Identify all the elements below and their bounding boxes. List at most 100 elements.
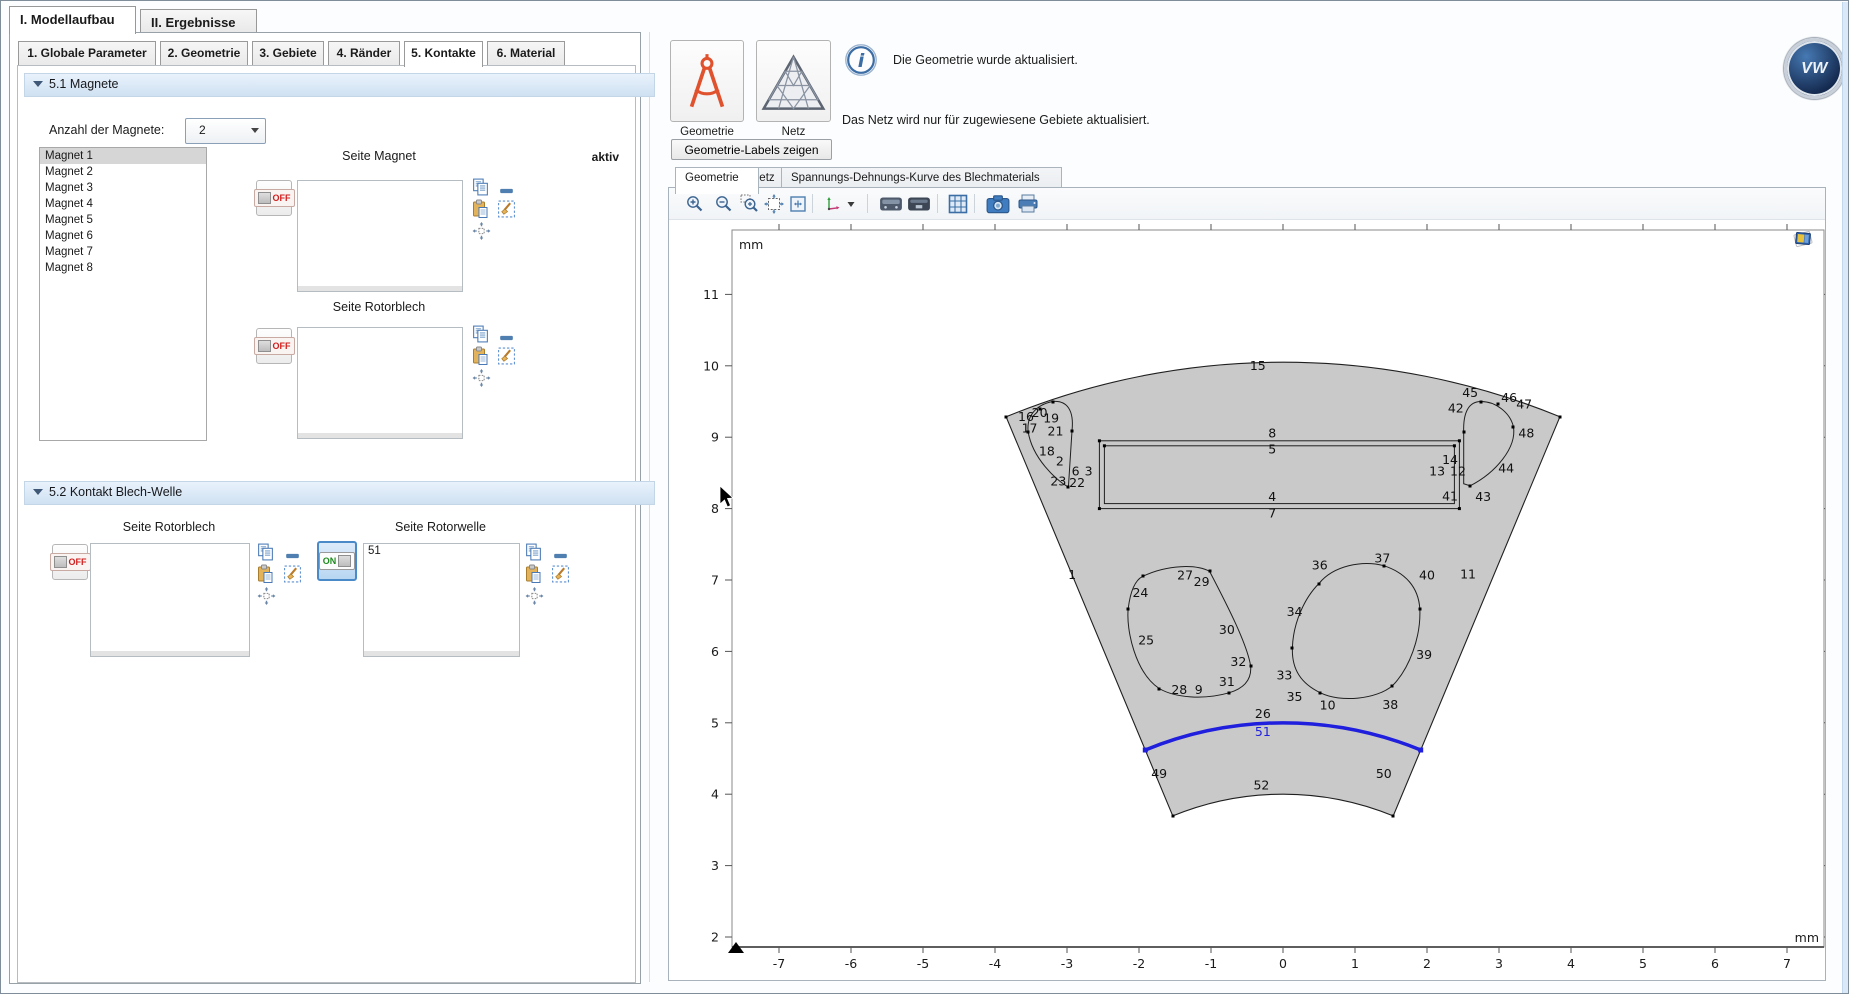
svg-text:2: 2 [1423,956,1431,971]
svg-text:3: 3 [1085,463,1093,478]
svg-text:21: 21 [1048,423,1064,438]
svg-text:37: 37 [1374,551,1390,566]
seite-magnet-selection-list[interactable] [297,180,463,292]
window-scrollbar[interactable] [1842,2,1849,993]
grid-icon[interactable] [948,194,968,214]
remove-icon[interactable] [497,328,516,348]
seite-rotorblech-toggle[interactable]: OFF [256,328,292,364]
tab-gebiete[interactable]: 3. Gebiete [252,41,324,66]
show-geometry-labels-button[interactable]: Geometrie-Labels zeigen [671,139,832,160]
tab-raender[interactable]: 4. Ränder [328,41,400,66]
clear-selection-icon[interactable] [497,199,516,219]
image-snapshot-icon[interactable] [907,194,931,214]
tab-globale-parameter[interactable]: 1. Globale Parameter [18,41,156,66]
svg-text:4: 4 [1268,489,1276,504]
svg-text:5: 5 [711,715,719,730]
paste-icon[interactable] [256,564,275,584]
svg-text:45: 45 [1462,385,1478,400]
clear-selection-icon[interactable] [283,564,302,584]
geometry-plot-canvas[interactable]: -7-6-5-4-3-2-101234567234567891011mmmm15… [669,220,1825,980]
image-export-icon[interactable] [879,194,903,214]
magnet-list-item[interactable]: Magnet 5 [40,212,206,228]
kontakt-rotorblech-toggle[interactable]: OFF [52,544,88,580]
clear-selection-icon[interactable] [551,564,570,584]
update-mesh-button[interactable]: Netz aktualisieren [756,40,831,122]
printer-icon[interactable] [1016,194,1040,214]
magnet-list-item[interactable]: Magnet 1 [40,148,206,164]
toolbar-separator [974,194,975,213]
remove-icon[interactable] [283,546,302,566]
zoom-in-icon[interactable] [685,194,705,214]
default-view-icon[interactable] [1791,228,1815,250]
selected-boundary-item[interactable]: 51 [364,544,519,559]
svg-text:50: 50 [1376,766,1392,781]
toolbar-separator [812,194,813,213]
remove-icon[interactable] [497,181,516,201]
anzahl-magnete-select[interactable]: 2 [185,118,266,144]
chevron-down-icon[interactable] [845,199,857,209]
copy-icon[interactable] [471,177,490,197]
axes-orientation-icon[interactable] [823,194,843,214]
svg-text:43: 43 [1475,489,1491,504]
info-icon: i [844,43,878,77]
paste-icon[interactable] [471,346,490,366]
magnet-list[interactable]: Magnet 1Magnet 2Magnet 3Magnet 4Magnet 5… [39,147,207,441]
svg-text:8: 8 [1268,426,1276,441]
graphics-panel: -7-6-5-4-3-2-101234567234567891011mmmm15… [668,187,1826,981]
section-header-kontakt[interactable]: 5.2 Kontakt Blech-Welle [24,481,655,505]
camera-icon[interactable] [986,194,1010,214]
kontakt-rotorwelle-toggle[interactable]: ON [317,541,357,581]
zoom-out-icon[interactable] [714,194,734,214]
zoom-extents-icon[interactable] [764,194,784,214]
toolbar-separator [937,194,938,213]
tab-kontakte[interactable]: 5. Kontakte [404,41,483,67]
svg-text:11: 11 [1460,566,1476,581]
magnet-list-item[interactable]: Magnet 4 [40,196,206,212]
tab-modellaufbau[interactable]: I. Modellaufbau [9,6,136,34]
clear-selection-icon[interactable] [497,346,516,366]
paste-icon[interactable] [524,564,543,584]
kontakt-rotorblech-title: Seite Rotorblech [90,520,248,534]
remove-icon[interactable] [551,546,570,566]
kontakt-rotorwelle-selection-list[interactable]: 51 [363,543,520,657]
svg-text:15: 15 [1250,358,1266,373]
magnet-list-item[interactable]: Magnet 6 [40,228,206,244]
section-header-magnete[interactable]: 5.1 Magnete [24,73,655,97]
magnet-list-item[interactable]: Magnet 8 [40,260,206,276]
svg-text:-5: -5 [917,956,929,971]
svg-text:27: 27 [1177,568,1193,583]
tab-geometrie[interactable]: 2. Geometrie [160,41,248,66]
zoom-full-icon[interactable] [788,194,808,214]
copy-icon[interactable] [524,542,543,562]
tab-ergebnisse[interactable]: II. Ergebnisse [140,9,257,33]
paste-icon[interactable] [471,199,490,219]
zoom-to-selection-icon[interactable] [525,586,544,606]
svg-text:7: 7 [1268,506,1276,521]
copy-icon[interactable] [471,324,490,344]
svg-text:48: 48 [1518,426,1534,441]
svg-text:13: 13 [1429,463,1445,478]
app-window: I. Modellaufbau II. Ergebnisse 1. Global… [0,0,1849,994]
svg-text:2: 2 [1056,453,1064,468]
svg-text:-3: -3 [1061,956,1073,971]
svg-text:-1: -1 [1205,956,1217,971]
svg-text:36: 36 [1312,558,1328,573]
seite-rotorblech-selection-list[interactable] [297,327,463,439]
magnet-list-item[interactable]: Magnet 2 [40,164,206,180]
update-geometry-button[interactable]: Geometrie aktualisieren [670,40,744,122]
zoom-box-icon[interactable] [740,194,760,214]
seite-magnet-toggle[interactable]: OFF [256,180,292,216]
magnet-list-item[interactable]: Magnet 3 [40,180,206,196]
zoom-to-selection-icon[interactable] [472,221,491,241]
kontakt-rotorblech-selection-list[interactable] [90,543,250,657]
copy-icon[interactable] [256,542,275,562]
svg-text:32: 32 [1230,654,1246,669]
tab-material[interactable]: 6. Material [487,41,565,66]
toggle-knob [54,556,67,568]
magnet-list-item[interactable]: Magnet 7 [40,244,206,260]
zoom-to-selection-icon[interactable] [472,368,491,388]
graphics-tab-geometrie[interactable]: Geometrie [675,167,759,194]
svg-text:i: i [858,50,865,72]
zoom-to-selection-icon[interactable] [257,586,276,606]
svg-text:mm: mm [739,237,763,252]
